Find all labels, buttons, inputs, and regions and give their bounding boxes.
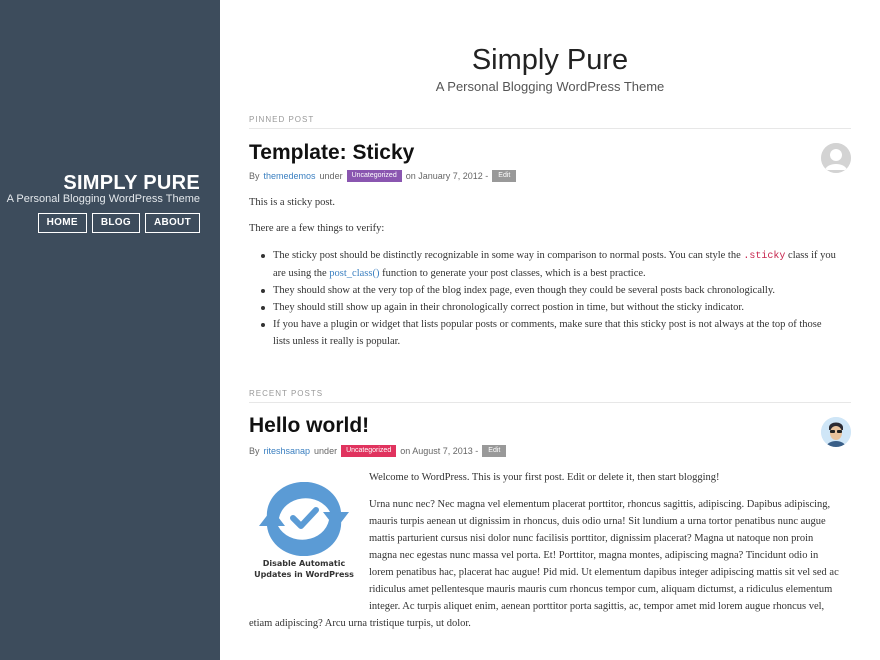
- user-avatar-icon: [821, 417, 851, 447]
- pinned-author-avatar: [821, 143, 851, 173]
- edit-button[interactable]: Edit: [482, 445, 507, 457]
- sidebar: SIMPLY PURE A Personal Blogging WordPres…: [0, 0, 220, 660]
- default-avatar-icon: [821, 143, 851, 173]
- sidebar-nav: HOME BLOG ABOUT: [37, 213, 200, 233]
- meta-by: By: [249, 171, 260, 181]
- category-badge[interactable]: Uncategorized: [346, 170, 402, 182]
- list-item: The sticky post should be distinctly rec…: [249, 247, 851, 282]
- page-tagline: A Personal Blogging WordPress Theme: [435, 79, 665, 94]
- pinned-post-meta: By themedemos under Uncategorized on Jan…: [249, 170, 517, 182]
- meta-under: under: [319, 171, 343, 181]
- page-title[interactable]: Simply Pure: [249, 44, 851, 77]
- sidebar-site-title[interactable]: SIMPLY PURE: [63, 172, 200, 195]
- recent-post-title[interactable]: Hello world!: [249, 414, 369, 438]
- featured-caption: Disable Automatic Updates in WordPress: [254, 559, 354, 579]
- sticky-code: .sticky: [743, 251, 786, 262]
- pinned-bullet-list: The sticky post should be distinctly rec…: [249, 247, 851, 350]
- lorem-paragraph: Urna nunc nec? Nec magna vel elementum p…: [369, 499, 839, 612]
- meta-by: By: [249, 446, 260, 456]
- author-link[interactable]: themedemos: [264, 171, 316, 181]
- featured-image[interactable]: Disable Automatic Updates in WordPress: [249, 481, 359, 584]
- pinned-section-label: PINNED POST: [249, 115, 851, 129]
- list-item: They should still show up again in their…: [249, 299, 851, 316]
- category-badge[interactable]: Uncategorized: [341, 445, 397, 457]
- recent-author-avatar: [821, 417, 851, 447]
- nav-blog-button[interactable]: BLOG: [91, 213, 140, 233]
- nav-about-button[interactable]: ABOUT: [144, 213, 200, 233]
- lorem-paragraph-end: etiam adipiscing? Arcu urna tristique tu…: [249, 618, 471, 629]
- list-item: If you have a plugin or widget that list…: [249, 316, 851, 350]
- sidebar-tagline: A Personal Blogging WordPress Theme: [6, 193, 200, 205]
- meta-under: under: [314, 446, 338, 456]
- post-date: on August 7, 2013 -: [400, 446, 479, 456]
- refresh-check-icon: [259, 481, 349, 557]
- author-link[interactable]: riteshsanap: [264, 446, 311, 456]
- welcome-paragraph: Welcome to WordPress. This is your first…: [369, 472, 720, 483]
- post-class-link[interactable]: post_class(): [329, 268, 379, 279]
- pinned-post-title[interactable]: Template: Sticky: [249, 141, 414, 165]
- edit-button[interactable]: Edit: [492, 170, 517, 182]
- recent-post-meta: By riteshsanap under Uncategorized on Au…: [249, 445, 507, 457]
- list-item: They should show at the very top of the …: [249, 282, 851, 299]
- recent-section-label: RECENT POSTS: [249, 389, 851, 403]
- pinned-subintro: There are a few things to verify:: [249, 223, 385, 234]
- post-date: on January 7, 2012 -: [405, 171, 489, 181]
- nav-home-button[interactable]: HOME: [37, 213, 87, 233]
- pinned-intro: This is a sticky post.: [249, 197, 336, 208]
